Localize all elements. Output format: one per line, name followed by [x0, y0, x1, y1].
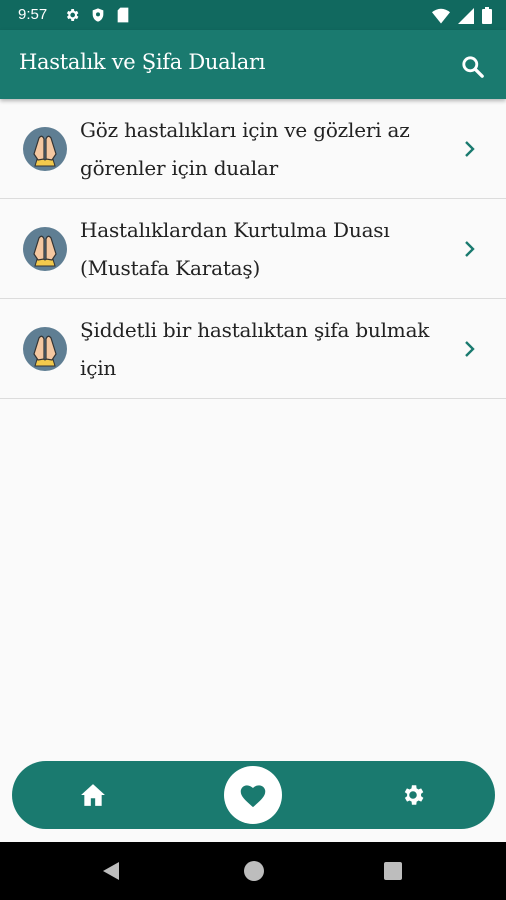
gear-icon[interactable]: [400, 782, 426, 808]
list-item-label: Göz hastalıkları için ve gözleri az göre…: [80, 118, 410, 180]
battery-icon: [482, 7, 492, 24]
search-icon[interactable]: [460, 54, 486, 80]
home-circle-icon[interactable]: [244, 861, 264, 881]
chevron-right-icon: [465, 141, 475, 157]
list-item[interactable]: Göz hastalıkları için ve gözleri az göre…: [0, 99, 506, 199]
home-icon[interactable]: [80, 783, 106, 807]
praying-hands-icon: [23, 127, 67, 171]
page-title: Hastalık ve Şifa Duaları: [19, 50, 266, 74]
system-nav-bar: [0, 842, 506, 900]
favorites-button[interactable]: [224, 766, 282, 824]
praying-hands-icon: [23, 227, 67, 271]
recent-apps-icon[interactable]: [384, 862, 402, 880]
list-item-label: Hastalıklardan Kurtulma Duası (Mustafa K…: [80, 218, 390, 280]
list-item[interactable]: Hastalıklardan Kurtulma Duası (Mustafa K…: [0, 199, 506, 299]
praying-hands-icon: [23, 327, 67, 371]
chevron-right-icon: [465, 241, 475, 257]
wifi-icon: [432, 8, 450, 23]
sd-card-icon: [117, 7, 129, 23]
list-item[interactable]: Şiddetli bir hastalıktan şifa bulmak içi…: [0, 299, 506, 399]
chevron-right-icon: [465, 341, 475, 357]
gear-icon: [66, 9, 79, 21]
back-icon[interactable]: [100, 860, 122, 882]
heart-icon: [240, 785, 266, 808]
app-bar: Hastalık ve Şifa Duaları: [0, 30, 506, 99]
dua-list: Göz hastalıkları için ve gözleri az göre…: [0, 99, 506, 399]
bottom-nav: [12, 761, 495, 829]
signal-icon: [458, 7, 474, 24]
list-item-label: Şiddetli bir hastalıktan şifa bulmak içi…: [80, 318, 430, 380]
status-bar: 9:57: [0, 0, 506, 30]
shield-icon: [92, 8, 104, 22]
status-time: 9:57: [18, 6, 48, 23]
